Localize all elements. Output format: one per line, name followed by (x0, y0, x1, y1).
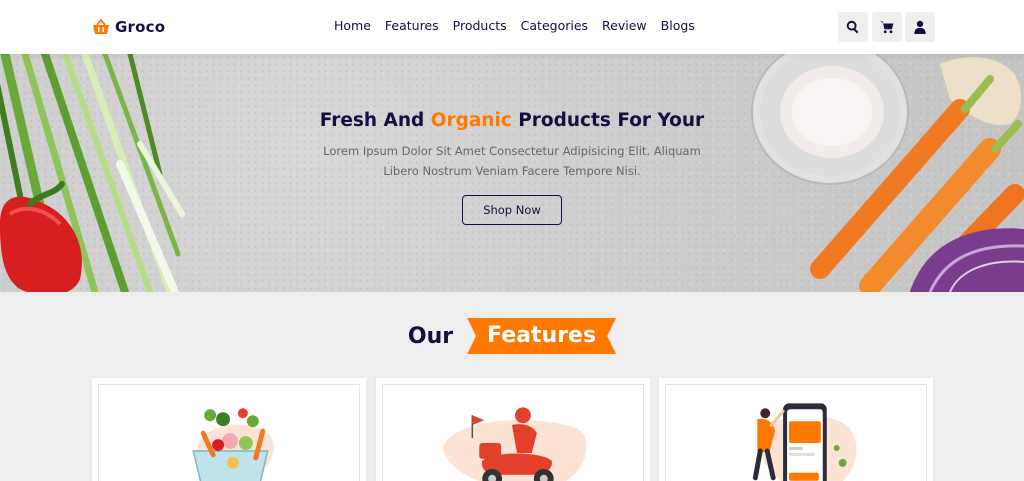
hero-title-post: Products For Your (518, 110, 705, 131)
hero-content: Fresh And Organic Products For Your Lore… (0, 110, 1024, 225)
shopping-basket-icon (93, 19, 109, 34)
logo-text: Groco (115, 18, 166, 36)
hero-title-pre: Fresh And (319, 110, 425, 131)
header-icons (838, 12, 939, 42)
feature-card-delivery (375, 378, 650, 481)
user-button[interactable] (905, 12, 935, 42)
hero-subtitle: Lorem Ipsum Dolor Sit Amet Consectetur A… (323, 144, 701, 178)
site-header: Groco Home Features Products Categories … (0, 0, 1024, 54)
heading-plain: Our (407, 323, 454, 349)
nav-features[interactable]: Features (385, 18, 439, 33)
main-nav: Home Features Products Categories Review… (334, 18, 709, 33)
nav-blogs[interactable]: Blogs (661, 18, 695, 33)
nav-products[interactable]: Products (453, 18, 507, 33)
nav-home[interactable]: Home (334, 18, 371, 33)
nav-categories[interactable]: Categories (521, 18, 588, 33)
mobile-shopping-illustration (752, 403, 857, 481)
features-heading: Our Features (0, 318, 1024, 358)
hero-title-accent: Organic (430, 110, 512, 131)
shop-now-button[interactable]: Shop Now (462, 195, 562, 225)
cart-button[interactable] (871, 12, 902, 42)
search-button[interactable] (838, 12, 868, 42)
feature-cards (92, 378, 943, 481)
feature-card-fresh (92, 378, 366, 481)
feature-card-inner (665, 384, 927, 481)
heading-ribbon: Features (467, 318, 617, 354)
nav-review[interactable]: Review (602, 18, 647, 33)
feature-card-mobile (659, 378, 933, 481)
fresh-vegetables-illustration (192, 408, 274, 481)
delivery-scooter-illustration (442, 407, 586, 481)
features-heading-wrap: Our Features (407, 318, 617, 354)
logo[interactable]: Groco (92, 15, 165, 39)
hero-banner: Fresh And Organic Products For Your Lore… (0, 54, 1024, 292)
feature-card-inner (381, 384, 644, 481)
hero-title: Fresh And Organic Products For Your (0, 110, 1024, 131)
user-icon (914, 20, 926, 34)
feature-card-inner (98, 384, 360, 481)
cart-icon (879, 21, 893, 34)
search-icon (846, 20, 859, 34)
